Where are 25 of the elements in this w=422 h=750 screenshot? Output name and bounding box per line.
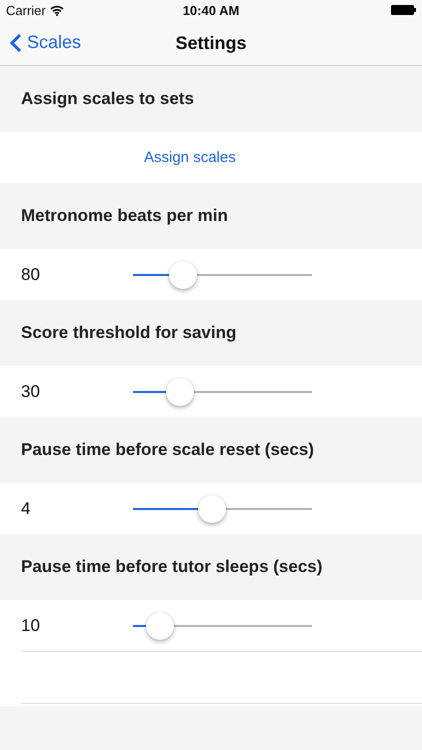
slider[interactable] [133, 494, 312, 524]
nav-title: Settings [175, 33, 246, 53]
slider-thumb[interactable] [198, 494, 226, 522]
back-button[interactable]: Scales [0, 24, 86, 60]
section-header: Metronome beats per min [21, 206, 228, 226]
slider-thumb[interactable] [166, 378, 194, 406]
carrier-label: Carrier [6, 2, 46, 18]
slider[interactable] [133, 610, 312, 640]
value-label: 30 [20, 382, 41, 402]
battery-icon [391, 5, 416, 15]
status-time: 10:40 AM [182, 3, 240, 18]
assign-scales-button[interactable]: Assign scales [144, 145, 236, 170]
slider-thumb[interactable] [169, 260, 198, 288]
value-label: 80 [20, 264, 41, 284]
section-header: Pause time before tutor sleeps (secs) [21, 557, 322, 577]
slider[interactable] [133, 376, 312, 406]
value-label: 10 [20, 616, 41, 636]
slider[interactable] [133, 260, 312, 290]
slider-thumb[interactable] [146, 612, 174, 640]
section-header: Score threshold for saving [21, 323, 236, 343]
section-header: Pause time before scale reset (secs) [21, 440, 314, 460]
chevron-left-icon [10, 32, 22, 52]
section-header: Assign scales to sets [21, 89, 194, 109]
wifi-icon [50, 4, 64, 16]
value-label: 4 [20, 498, 32, 518]
